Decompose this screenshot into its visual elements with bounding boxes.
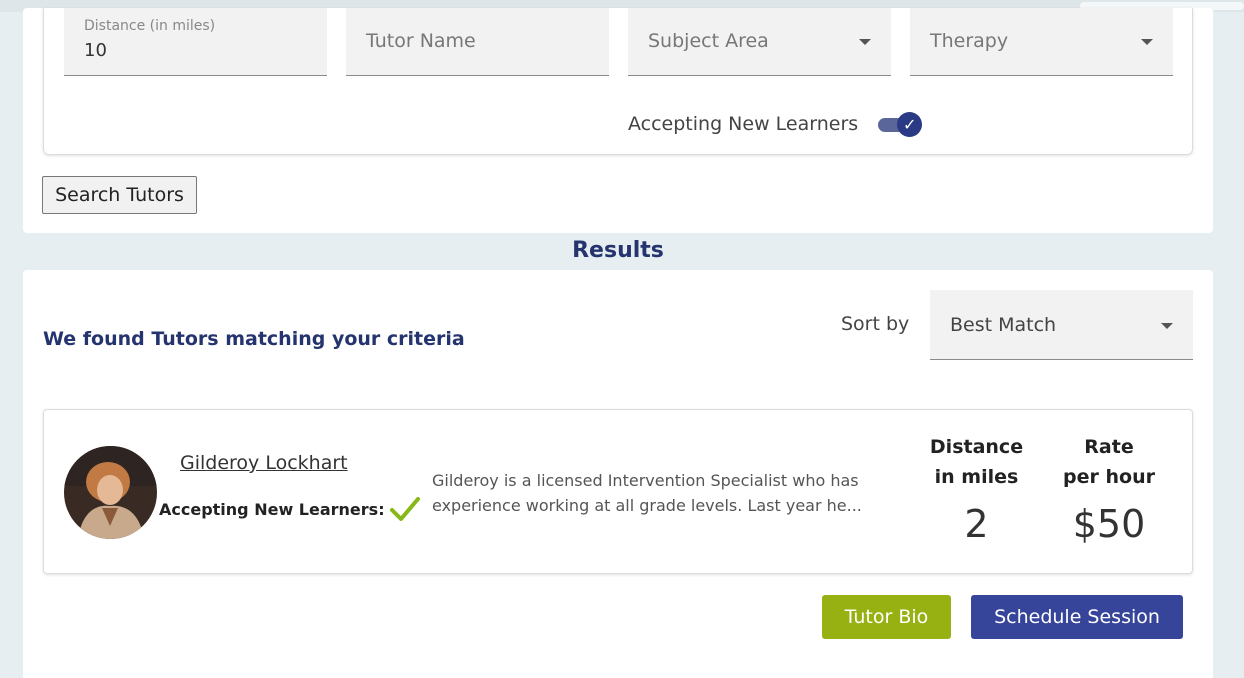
accepting-new-learners-toggle[interactable]: ✓ [878, 112, 923, 137]
therapy-value: Therapy [930, 30, 1009, 52]
distance-field[interactable]: Distance (in miles) 10 [64, 8, 327, 76]
accepting-toggle-label: Accepting New Learners [628, 113, 859, 135]
rate-header-line1: Rate [1084, 436, 1134, 458]
tutor-name-placeholder: Tutor Name [366, 30, 476, 52]
tutor-card: Gilderoy Lockhart Accepting New Learners… [43, 409, 1193, 574]
rate-header: Rate per hour [1059, 432, 1159, 492]
subject-area-value: Subject Area [648, 30, 769, 52]
results-summary: We found Tutors matching your criteria [43, 328, 465, 350]
distance-field-value[interactable]: 10 [84, 40, 107, 61]
rate-header-line2: per hour [1063, 466, 1155, 488]
distance-value: 2 [964, 502, 989, 546]
results-heading: Results [572, 238, 664, 263]
distance-header-line2: in miles [934, 466, 1019, 488]
filter-panel: Distance (in miles) 10 Tutor Name Subjec… [43, 8, 1193, 155]
rate-value: $50 [1072, 502, 1146, 546]
distance-field-label: Distance (in miles) [84, 18, 216, 34]
sort-by-label: Sort by [841, 313, 910, 335]
schedule-session-button[interactable]: Schedule Session [971, 595, 1183, 639]
avatar [64, 446, 157, 539]
chevron-down-icon [1141, 39, 1153, 45]
tutor-bio-excerpt: Gilderoy is a licensed Intervention Spec… [432, 471, 862, 515]
accepting-status: Accepting New Learners: [159, 495, 421, 523]
avatar-photo [64, 446, 157, 539]
checkmark-icon [389, 497, 420, 521]
accepting-new-learners-toggle-row: Accepting New Learners ✓ [628, 109, 923, 139]
distance-header-line1: Distance [929, 436, 1024, 458]
results-card: We found Tutors matching your criteria S… [23, 270, 1213, 678]
tutor-name-input[interactable]: Tutor Name [346, 8, 609, 76]
subject-area-select[interactable]: Subject Area [628, 8, 891, 76]
sort-by-value: Best Match [950, 314, 1057, 336]
search-tutors-button[interactable]: Search Tutors [42, 176, 197, 214]
accepting-status-label: Accepting New Learners: [159, 499, 385, 519]
search-card: Distance (in miles) 10 Tutor Name Subjec… [23, 8, 1213, 233]
tutor-name-link[interactable]: Gilderoy Lockhart [180, 452, 348, 474]
distance-header: Distance in miles [924, 432, 1029, 492]
tutor-bio-button[interactable]: Tutor Bio [822, 595, 951, 639]
check-icon: ✓ [897, 112, 923, 137]
chevron-down-icon [1161, 323, 1173, 329]
sort-by-select[interactable]: Best Match [930, 290, 1193, 360]
chevron-down-icon [859, 39, 871, 45]
therapy-select[interactable]: Therapy [910, 8, 1173, 76]
